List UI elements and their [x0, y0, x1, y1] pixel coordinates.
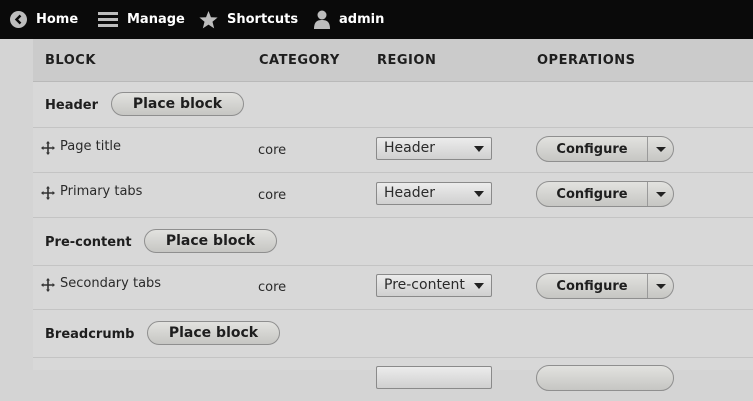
toolbar-manage-label: Manage: [127, 12, 185, 27]
caret-down-icon: [656, 147, 666, 152]
place-block-button[interactable]: Place block: [111, 92, 244, 116]
column-header-category: CATEGORY: [259, 53, 340, 68]
configure-button[interactable]: Configure: [537, 182, 648, 206]
toolbar-shortcuts-label: Shortcuts: [227, 12, 299, 27]
star-icon: [199, 10, 218, 29]
operations-toggle[interactable]: [648, 274, 673, 298]
block-category: core: [258, 280, 287, 295]
configure-button[interactable]: Configure: [537, 137, 648, 161]
operations-dropbutton: Configure: [536, 273, 674, 299]
toolbar-home-label: Home: [36, 12, 79, 27]
region-select[interactable]: Pre-content: [376, 274, 492, 297]
column-header-operations: OPERATIONS: [537, 53, 636, 68]
hamburger-menu-icon: [98, 11, 118, 28]
region-title: Pre-content: [45, 235, 132, 250]
region-row-breadcrumb: Breadcrumb Place block: [33, 310, 753, 358]
drag-handle-icon[interactable]: [41, 277, 55, 292]
block-name: Secondary tabs: [60, 276, 162, 291]
operations-dropbutton: Configure: [536, 136, 674, 162]
table-row: Secondary tabs core Pre-content Configur…: [33, 265, 753, 310]
block-name: Page title: [60, 139, 122, 154]
region-select[interactable]: Header: [376, 137, 492, 160]
column-header-region: REGION: [377, 53, 437, 68]
region-select[interactable]: Header: [376, 182, 492, 205]
region-select[interactable]: [376, 366, 492, 389]
toolbar-user-label: admin: [339, 12, 385, 27]
table-header: BLOCK CATEGORY REGION OPERATIONS: [33, 39, 753, 82]
region-select-value: Pre-content: [384, 277, 465, 293]
block-category: core: [258, 188, 287, 203]
region-select-value: Header: [384, 140, 435, 156]
configure-button[interactable]: Configure: [537, 274, 648, 298]
toolbar-home-link[interactable]: Home: [10, 0, 78, 39]
chevron-down-icon: [474, 283, 484, 289]
block-name: Primary tabs: [60, 184, 143, 199]
region-row-header: Header Place block: [33, 82, 753, 128]
region-select-value: Header: [384, 185, 435, 201]
admin-toolbar: Home Manage Shortcuts admin: [0, 0, 753, 39]
block-category: core: [258, 143, 287, 158]
operations-toggle[interactable]: [648, 182, 673, 206]
table-row-partial: [33, 357, 753, 401]
toolbar-shortcuts-tab[interactable]: Shortcuts: [199, 0, 298, 39]
chevron-down-icon: [474, 191, 484, 197]
operations-toggle[interactable]: [648, 137, 673, 161]
table-row: Primary tabs core Header Configure: [33, 173, 753, 218]
block-layout-table: BLOCK CATEGORY REGION OPERATIONS Header …: [33, 39, 753, 391]
toolbar-user-tab[interactable]: admin: [314, 0, 384, 39]
chevron-down-icon: [474, 146, 484, 152]
operations-dropbutton[interactable]: [536, 365, 674, 391]
column-header-block: BLOCK: [45, 53, 96, 68]
table-row: Page title core Header Configure: [33, 128, 753, 173]
drag-handle-icon[interactable]: [41, 140, 55, 155]
drag-handle-icon[interactable]: [41, 185, 55, 200]
caret-down-icon: [656, 284, 666, 289]
place-block-button[interactable]: Place block: [144, 229, 277, 253]
place-block-button[interactable]: Place block: [147, 321, 280, 345]
caret-down-icon: [656, 192, 666, 197]
toolbar-manage-tab[interactable]: Manage: [98, 0, 185, 39]
region-title: Breadcrumb: [45, 327, 135, 342]
user-icon: [314, 10, 330, 29]
region-row-pre-content: Pre-content Place block: [33, 218, 753, 266]
operations-dropbutton: Configure: [536, 181, 674, 207]
chevron-left-circle-icon: [10, 11, 27, 28]
region-title: Header: [45, 98, 99, 113]
